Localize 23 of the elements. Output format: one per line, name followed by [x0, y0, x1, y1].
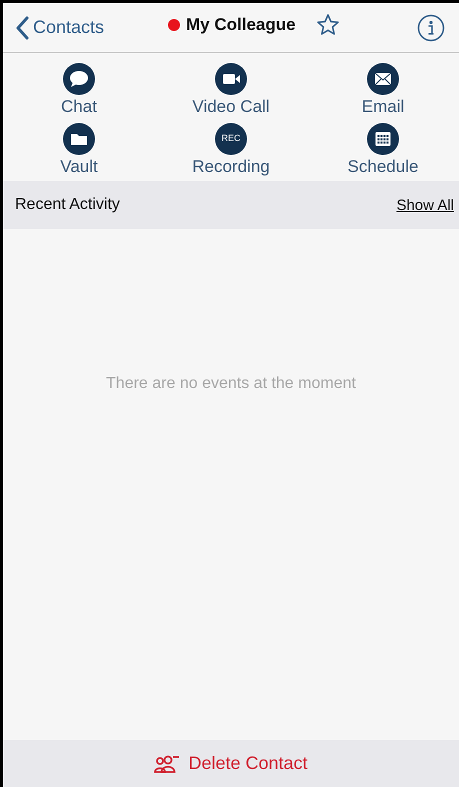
info-icon[interactable] [417, 14, 445, 42]
back-button[interactable]: Contacts [15, 16, 104, 40]
record-icon [215, 123, 247, 155]
contact-name: My Colleague [186, 15, 296, 35]
show-all-link[interactable]: Show All [396, 196, 454, 214]
rec-label: REC [222, 133, 240, 143]
video-camera-icon [215, 63, 247, 95]
section-title: Recent Activity [15, 196, 120, 214]
envelope-icon [367, 63, 399, 95]
action-button[interactable]: REC Recording [155, 123, 307, 177]
action-button[interactable]: Chat [3, 63, 155, 117]
delete-contact-button[interactable]: Delete Contact [154, 753, 308, 774]
calendar-icon [367, 123, 399, 155]
folder-icon [63, 123, 95, 155]
chevron-left-icon [15, 16, 29, 40]
empty-message: There are no events at the moment [106, 375, 356, 394]
action-button[interactable]: Video Call [155, 63, 307, 117]
action-button[interactable]: Vault [3, 123, 155, 177]
star-icon[interactable] [316, 13, 340, 37]
speech-bubble-icon [63, 63, 95, 95]
action-button[interactable]: Email [307, 63, 459, 117]
action-button[interactable]: Schedule [307, 123, 459, 177]
people-remove-icon [154, 754, 180, 774]
